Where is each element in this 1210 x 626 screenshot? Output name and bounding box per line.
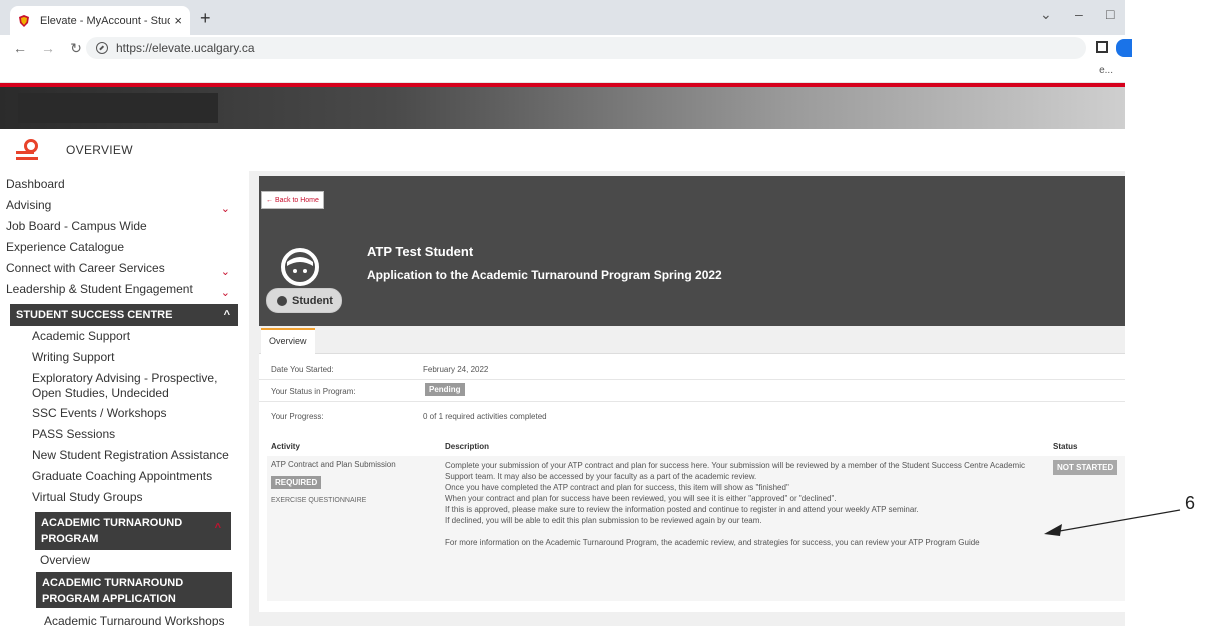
reload-icon[interactable]: ↻	[68, 40, 84, 57]
program-title: Application to the Academic Turnaround P…	[367, 268, 722, 282]
browser-tab-bar: Elevate - MyAccount - Student S × + ⌄ – …	[0, 0, 1125, 35]
sidebar-sub-academic-support[interactable]: Academic Support	[32, 329, 232, 344]
table-row[interactable]: ATP Contract and Plan Submission REQUIRE…	[267, 456, 1125, 601]
sidebar-sub-pass-sessions[interactable]: PASS Sessions	[32, 427, 232, 442]
minimize-icon[interactable]: –	[1075, 6, 1083, 22]
progress-row: Your Progress: 0 of 1 required activitie…	[259, 402, 1125, 424]
address-bar[interactable]: https://elevate.ucalgary.ca	[86, 37, 1086, 59]
date-started-label: Date You Started:	[271, 365, 334, 374]
sidebar-sub-registration-assistance[interactable]: New Student Registration Assistance	[32, 448, 232, 463]
shield-favicon-icon	[19, 14, 29, 27]
student-name: ATP Test Student	[367, 244, 474, 259]
activity-name[interactable]: ATP Contract and Plan Submission	[271, 460, 421, 470]
tab-search-icon[interactable]: ⌄	[1040, 6, 1052, 23]
progress-label: Your Progress:	[271, 412, 324, 421]
forward-arrow-icon[interactable]: →	[40, 40, 56, 56]
site-info-icon[interactable]	[96, 42, 108, 54]
sidebar-sub-ssc-events[interactable]: SSC Events / Workshops	[32, 406, 232, 421]
browser-toolbar: ← → ↻ https://elevate.ucalgary.ca	[0, 35, 1132, 61]
sidebar-item-student-success-centre[interactable]: STUDENT SUCCESS CENTRE ^	[10, 304, 238, 326]
tab-title: Elevate - MyAccount - Student S	[40, 14, 171, 27]
role-badge: Student	[266, 288, 342, 313]
annotation-number: 6	[1185, 493, 1196, 513]
sidebar-sub-atp-workshops[interactable]: Academic Turnaround Workshops	[44, 614, 244, 626]
status-label: Your Status in Program:	[271, 387, 356, 396]
sidebar-item-leadership[interactable]: Leadership & Student Engagement ⌄	[6, 279, 238, 299]
maximize-icon[interactable]: □	[1106, 6, 1114, 22]
overview-panel: Date You Started: February 24, 2022 Your…	[259, 354, 1125, 612]
banner-logo-area	[18, 93, 218, 123]
profile-hero: ← Back to Home ATP Test Student Applicat…	[259, 176, 1125, 326]
activity-description: Complete your submission of your ATP con…	[445, 461, 1025, 547]
elevate-logo-icon[interactable]	[16, 139, 48, 161]
annotation-arrow-icon	[1044, 509, 1181, 536]
sidebar-sub-graduate-coaching[interactable]: Graduate Coaching Appointments	[32, 469, 232, 484]
site-banner	[0, 87, 1125, 129]
bookmarks-overflow[interactable]: e...	[1099, 65, 1113, 76]
sidebar-item-dashboard[interactable]: Dashboard	[6, 174, 238, 194]
sidebar-item-job-board[interactable]: Job Board - Campus Wide	[6, 216, 238, 236]
new-tab-icon[interactable]: +	[200, 8, 211, 29]
browser-tab[interactable]: Elevate - MyAccount - Student S ×	[10, 6, 190, 35]
sidebar-sub-exploratory-advising[interactable]: Exploratory Advising - Prospective, Open…	[32, 371, 232, 401]
required-badge: REQUIRED	[271, 476, 322, 489]
activity-status-badge: NOT STARTED	[1053, 460, 1118, 475]
chevron-down-icon[interactable]: ⌄	[221, 283, 230, 303]
sidebar-sub-atp-overview[interactable]: Overview	[40, 553, 240, 568]
sidebar-sub-virtual-study-groups[interactable]: Virtual Study Groups	[32, 490, 232, 505]
student-avatar-icon	[281, 248, 319, 286]
col-status: Status	[1053, 442, 1078, 451]
sidebar-item-atp-application[interactable]: ACADEMIC TURNAROUND PROGRAM APPLICATION	[36, 572, 232, 608]
status-badge: Pending	[425, 383, 465, 396]
back-to-home-button[interactable]: ← Back to Home	[261, 191, 324, 209]
overview-header: OVERVIEW	[0, 129, 1125, 171]
sidebar-item-academic-turnaround[interactable]: ACADEMIC TURNAROUND PROGRAM ^	[35, 512, 231, 550]
activity-table: Activity Description Status ATP Contract…	[267, 442, 1125, 612]
date-started-row: Date You Started: February 24, 2022	[259, 358, 1125, 380]
chevron-up-icon[interactable]: ^	[224, 304, 230, 326]
status-row: Your Status in Program: Pending	[259, 380, 1125, 402]
activity-type: EXERCISE QUESTIONNAIRE	[271, 497, 367, 504]
col-activity: Activity	[271, 442, 300, 451]
profile-icon[interactable]	[1116, 39, 1132, 57]
sidebar-item-advising[interactable]: Advising ⌄	[6, 195, 238, 215]
tab-close-icon[interactable]: ×	[174, 13, 182, 28]
section-title: OVERVIEW	[66, 143, 133, 157]
chevron-up-icon[interactable]: ^	[215, 520, 221, 536]
role-dot-icon	[277, 295, 287, 306]
sidepanel-icon[interactable]	[1096, 41, 1108, 53]
col-description: Description	[445, 442, 490, 451]
sidebar-nav: Dashboard Advising ⌄ Job Board - Campus W…	[0, 171, 245, 626]
back-arrow-icon[interactable]: ←	[12, 40, 28, 56]
sidebar-item-career-services[interactable]: Connect with Career Services ⌄	[6, 258, 238, 278]
sidebar-sub-writing-support[interactable]: Writing Support	[32, 350, 232, 365]
date-started-value: February 24, 2022	[423, 365, 489, 374]
url-text: https://elevate.ucalgary.ca	[116, 41, 255, 55]
tab-overview[interactable]: Overview	[261, 328, 315, 354]
progress-value: 0 of 1 required activities completed	[423, 412, 547, 421]
tab-bar: Overview	[259, 326, 1125, 354]
bookmarks-bar: e...	[0, 61, 1125, 83]
main-content: ← Back to Home ATP Test Student Applicat…	[249, 171, 1125, 626]
sidebar-item-experience-catalogue[interactable]: Experience Catalogue	[6, 237, 238, 257]
